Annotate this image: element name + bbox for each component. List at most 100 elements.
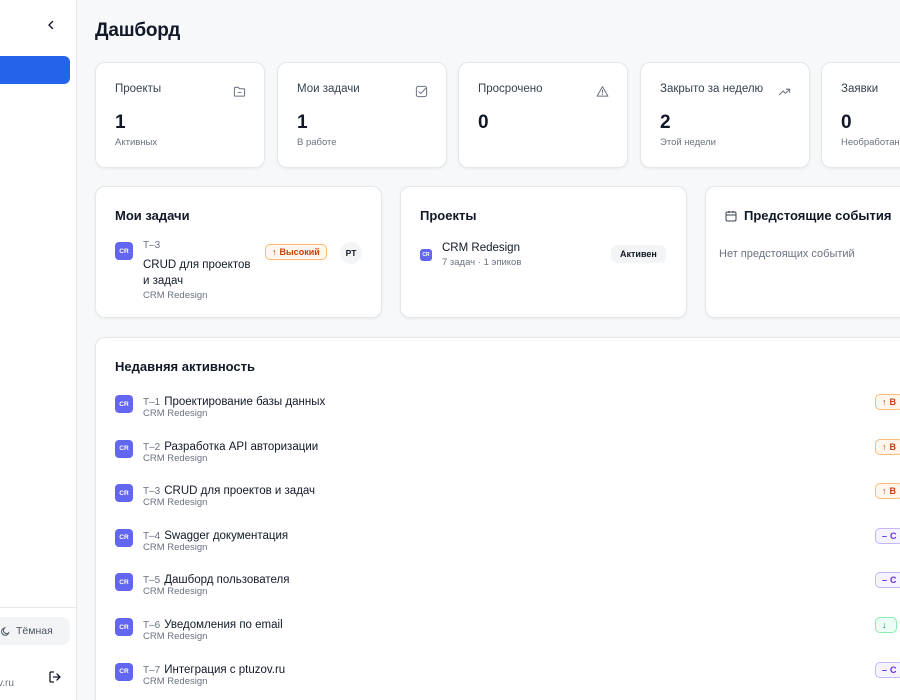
task-id: T–3 xyxy=(143,240,161,251)
sidebar: Тёмная v.ru xyxy=(0,0,77,700)
priority-badge: ↑ В xyxy=(875,483,900,500)
arrow-up-icon: ↑ xyxy=(882,486,887,497)
task-title[interactable]: Уведомления по email xyxy=(164,619,282,631)
activity-row[interactable]: CR T–6 Уведомления по email CRM Redesign ↓ xyxy=(115,615,900,649)
dash-icon: – xyxy=(882,530,888,541)
stat-card-my-tasks[interactable]: Мои задачи 1 В работе xyxy=(277,62,447,168)
events-empty-text: Нет предстоящих событий xyxy=(719,248,855,260)
stat-card-closed-week[interactable]: Закрыто за неделю 2 Этой недели xyxy=(640,62,810,168)
task-id: T–5 xyxy=(143,575,161,587)
task-title[interactable]: CRUD для проектов и задач xyxy=(164,485,315,497)
calendar-icon xyxy=(725,211,737,222)
task-id: T–3 xyxy=(143,486,161,498)
task-project: CRM Redesign xyxy=(143,541,208,553)
task-title[interactable]: Swagger документация xyxy=(164,530,288,542)
priority-badge: ↓ xyxy=(875,617,897,633)
stat-sub: Этой недели xyxy=(660,137,716,148)
activity-row[interactable]: CR T–7 Интеграция с ptuzov.ru CRM Redesign –… xyxy=(115,660,900,694)
priority-label: С xyxy=(890,530,897,541)
priority-badge: ↑ Высокий xyxy=(265,244,327,260)
priority-label: С xyxy=(890,575,897,586)
project-status-badge: Активен xyxy=(611,245,666,263)
priority-label: Высокий xyxy=(279,247,320,257)
stat-sub: В работе xyxy=(297,137,337,148)
page-title: Дашборд xyxy=(95,20,181,41)
theme-toggle-button[interactable]: Тёмная xyxy=(0,617,70,645)
activity-row[interactable]: CR T–5 Дашборд пользователя CRM Redesign – С xyxy=(115,570,900,604)
theme-toggle-label: Тёмная xyxy=(16,625,53,637)
project-avatar: CR xyxy=(115,242,133,260)
upcoming-events-panel: Предстоящие события Нет предстоящих собы… xyxy=(705,186,900,318)
task-project: CRM Redesign xyxy=(143,452,208,464)
chevron-left-icon xyxy=(48,20,54,30)
stat-sub: Активных xyxy=(115,137,158,148)
sidebar-item-active[interactable] xyxy=(0,56,70,84)
collapse-sidebar-button[interactable] xyxy=(40,14,62,36)
activity-row[interactable]: CR T–4 Swagger документация CRM Redesign – С xyxy=(115,526,900,560)
priority-label: С xyxy=(890,664,897,675)
logout-icon xyxy=(49,671,61,683)
project-avatar: CR xyxy=(115,395,133,413)
project-avatar: CR xyxy=(420,249,432,261)
task-title[interactable]: Дашборд пользователя xyxy=(164,574,289,586)
task-project: CRM Redesign xyxy=(143,675,208,687)
logout-button[interactable] xyxy=(46,668,64,686)
dash-icon: – xyxy=(882,664,888,675)
priority-label: В xyxy=(889,397,897,407)
task-title[interactable]: Разработка API авторизации xyxy=(164,441,318,453)
priority-badge: ↑ В xyxy=(875,394,900,410)
task-project: CRM Redesign xyxy=(143,290,208,301)
task-id: T–7 xyxy=(143,664,161,676)
moon-icon xyxy=(1,626,10,636)
task-title[interactable]: Интеграция с ptuzov.ru xyxy=(164,664,285,676)
projects-panel: Проекты CR CRM Redesign 7 задач · 1 эпик… xyxy=(400,186,687,318)
stat-sub: Необработан xyxy=(841,137,900,148)
warning-icon xyxy=(596,86,609,97)
stat-label: Проекты xyxy=(115,83,162,95)
priority-badge: – С xyxy=(875,527,900,544)
priority-badge: – С xyxy=(875,572,900,589)
sidebar-divider xyxy=(0,607,76,608)
stat-value: 1 xyxy=(297,112,308,133)
task-project: CRM Redesign xyxy=(143,631,208,642)
stat-label: Просрочено xyxy=(478,83,543,95)
dash-icon: – xyxy=(882,575,888,586)
arrow-up-icon: ↑ xyxy=(272,247,277,257)
task-title[interactable]: CRUD для проектов и задач xyxy=(143,257,255,289)
stat-value: 1 xyxy=(115,112,126,133)
stat-card-overdue[interactable]: Просрочено 0 xyxy=(458,62,628,168)
project-avatar: CR xyxy=(115,484,133,503)
activity-row[interactable]: CR T–1 Проектирование базы данных CRM Redes… xyxy=(115,392,900,426)
project-avatar: CR xyxy=(115,618,133,636)
assignee-avatar[interactable]: PT xyxy=(340,242,362,264)
stat-card-projects[interactable]: Проекты 1 Активных xyxy=(95,62,265,168)
project-meta: 7 задач · 1 эпиков xyxy=(442,257,522,268)
task-project: CRM Redesign xyxy=(143,497,208,509)
stat-label: Заявки xyxy=(841,83,879,95)
project-avatar: CR xyxy=(115,439,133,458)
stat-value: 0 xyxy=(478,112,489,133)
priority-label: В xyxy=(889,486,897,497)
priority-badge: – С xyxy=(875,661,900,678)
task-id: T–4 xyxy=(143,530,161,542)
stat-card-requests[interactable]: Заявки 0 Необработан xyxy=(821,62,900,168)
checkbox-icon xyxy=(415,85,428,98)
activity-row[interactable]: CR T–3 CRUD для проектов и задач CRM Redesi… xyxy=(115,481,900,515)
priority-badge: ↑ В xyxy=(875,438,900,455)
task-project: CRM Redesign xyxy=(143,586,208,598)
recent-activity-panel: Недавняя активность CR T–1 Проектирование … xyxy=(95,337,900,700)
user-domain: v.ru xyxy=(0,678,14,689)
arrow-up-icon: ↑ xyxy=(882,397,887,407)
project-avatar: CR xyxy=(115,573,133,592)
project-name[interactable]: CRM Redesign xyxy=(442,242,520,254)
task-title[interactable]: Проектирование базы данных xyxy=(164,396,325,408)
priority-label: В xyxy=(889,441,897,452)
activity-row[interactable]: CR T–2 Разработка API авторизации CRM Redes… xyxy=(115,437,900,471)
arrow-up-icon: ↑ xyxy=(882,441,887,452)
project-avatar: CR xyxy=(115,662,133,681)
project-avatar: CR xyxy=(115,528,133,547)
task-id: T–1 xyxy=(143,397,161,408)
my-tasks-panel: Мои задачи CR T–3 CRUD для проектов и за… xyxy=(95,186,382,318)
stat-value: 0 xyxy=(841,112,852,133)
panel-title: Предстоящие события xyxy=(744,208,892,223)
